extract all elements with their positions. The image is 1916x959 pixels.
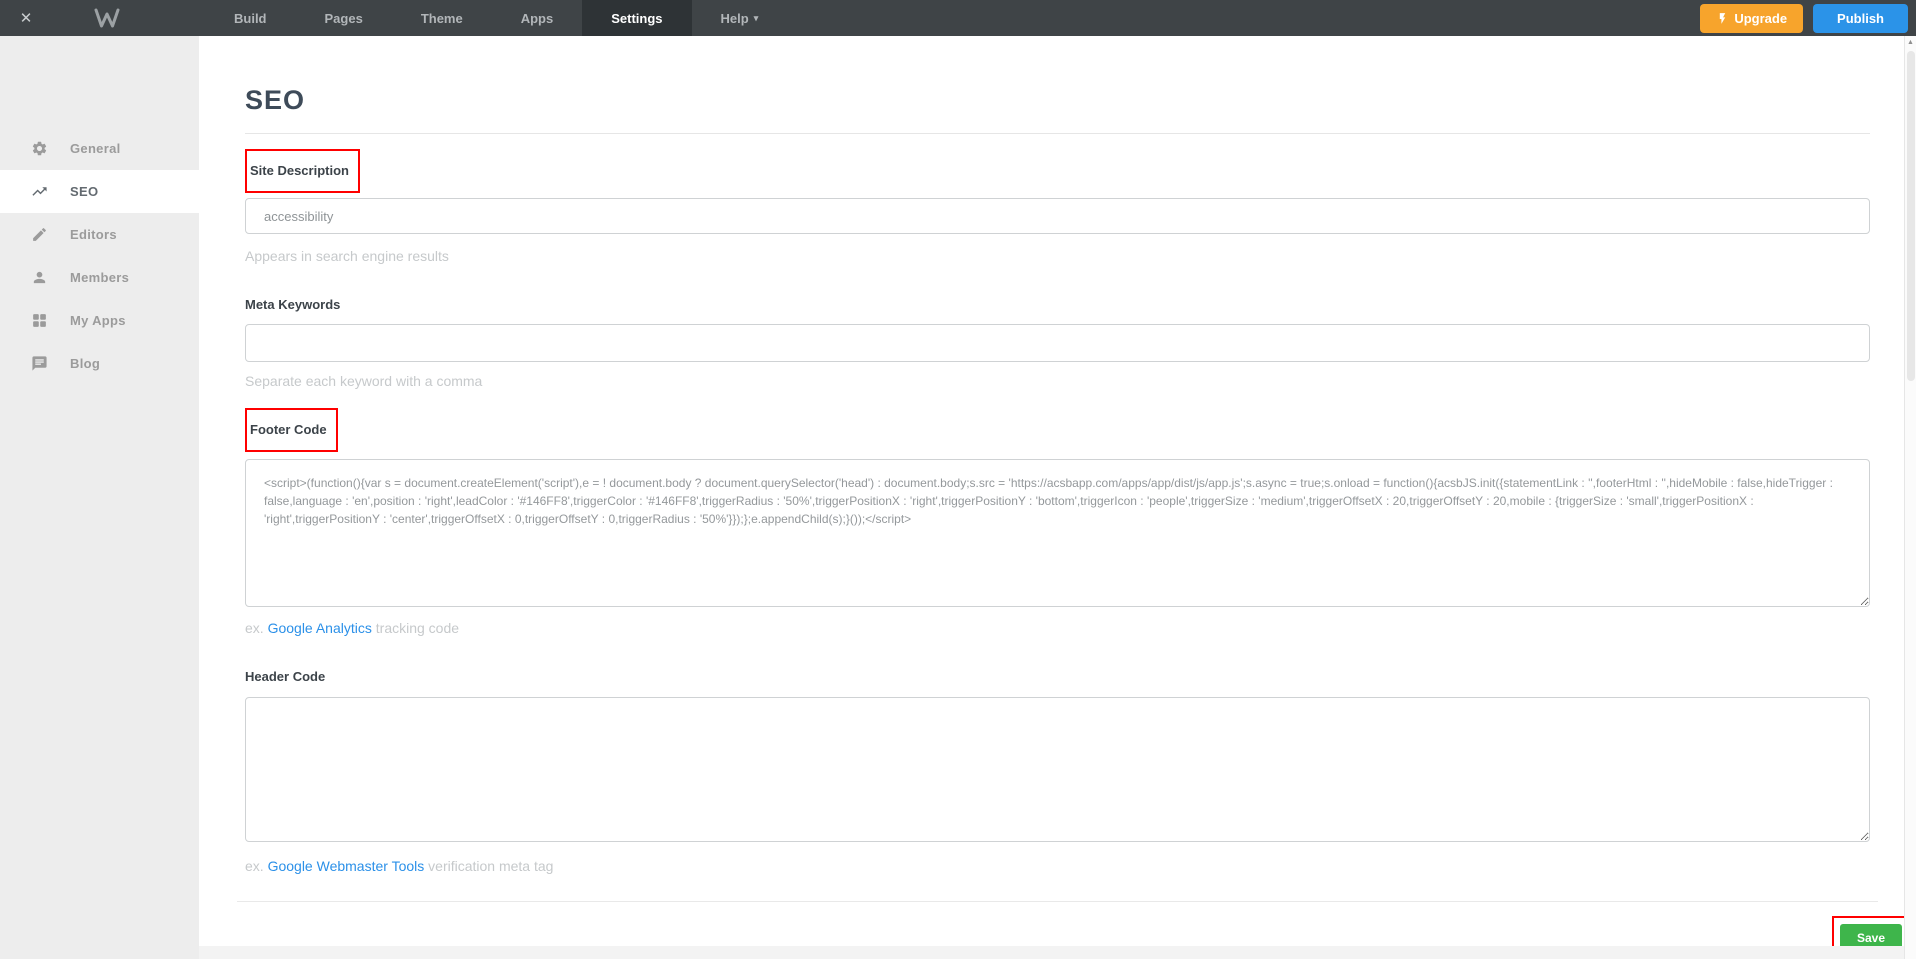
- site-description-highlight: Site Description: [245, 149, 360, 193]
- site-description-helper: Appears in search engine results: [245, 248, 1870, 264]
- sidebar-item-label: Blog: [70, 356, 100, 371]
- settings-sidebar: General SEO Editors Members My Apps: [0, 36, 199, 959]
- nav-item-settings[interactable]: Settings: [582, 0, 691, 36]
- footer-code-textarea[interactable]: <script>(function(){var s = document.cre…: [245, 459, 1870, 607]
- nav-item-pages[interactable]: Pages: [296, 0, 392, 36]
- nav-label: Build: [234, 11, 267, 26]
- sidebar-item-label: Editors: [70, 227, 117, 242]
- footer-code-label: Footer Code: [250, 422, 327, 437]
- header-code-helper: ex. Google Webmaster Tools verification …: [245, 858, 1870, 874]
- grid-icon: [31, 312, 48, 329]
- header-code-textarea[interactable]: [245, 697, 1870, 842]
- sidebar-item-editors[interactable]: Editors: [0, 213, 199, 256]
- topbar-actions: Upgrade Publish: [1700, 4, 1916, 33]
- sidebar-item-blog[interactable]: Blog: [0, 342, 199, 385]
- upgrade-button[interactable]: Upgrade: [1700, 4, 1803, 33]
- chat-bubble-icon: [31, 355, 48, 372]
- nav-item-help[interactable]: Help ▾: [692, 0, 788, 36]
- publish-button[interactable]: Publish: [1813, 4, 1908, 33]
- scrollbar-thumb[interactable]: [1907, 51, 1915, 381]
- upgrade-label: Upgrade: [1734, 11, 1787, 26]
- pencil-icon: [31, 226, 48, 243]
- sidebar-item-general[interactable]: General: [0, 127, 199, 170]
- google-analytics-link[interactable]: Google Analytics: [268, 620, 372, 636]
- sidebar-item-seo[interactable]: SEO: [0, 170, 199, 213]
- helper-prefix: ex.: [245, 620, 268, 636]
- nav-label: Apps: [521, 11, 554, 26]
- sidebar-item-my-apps[interactable]: My Apps: [0, 299, 199, 342]
- trending-up-icon: [31, 183, 48, 200]
- footer-code-highlight: Footer Code: [245, 408, 338, 452]
- scroll-up-button[interactable]: ▲: [1905, 36, 1916, 49]
- main-layout: General SEO Editors Members My Apps: [0, 36, 1916, 959]
- meta-keywords-label: Meta Keywords: [245, 297, 1870, 312]
- nav-item-theme[interactable]: Theme: [392, 0, 492, 36]
- seo-settings-panel: SEO Site Description Appears in search e…: [199, 36, 1916, 959]
- title-divider: [245, 133, 1870, 134]
- page-bottom-strip: [199, 946, 1904, 959]
- page-title: SEO: [245, 85, 1870, 116]
- helper-prefix: ex.: [245, 858, 268, 874]
- gear-icon: [31, 140, 48, 157]
- sidebar-item-label: SEO: [70, 184, 98, 199]
- nav-label: Theme: [421, 11, 463, 26]
- google-webmaster-tools-link[interactable]: Google Webmaster Tools: [268, 858, 425, 874]
- meta-keywords-input[interactable]: [245, 324, 1870, 362]
- top-navigation: Build Pages Theme Apps Settings Help ▾: [205, 0, 787, 36]
- footer-code-helper: ex. Google Analytics tracking code: [245, 620, 1870, 636]
- close-icon: ✕: [20, 9, 33, 27]
- helper-suffix: tracking code: [372, 620, 459, 636]
- nav-item-apps[interactable]: Apps: [492, 0, 583, 36]
- header-code-label: Header Code: [245, 669, 1870, 684]
- topbar: ✕ Build Pages Theme Apps Settings Help ▾: [0, 0, 1916, 36]
- site-description-input[interactable]: [245, 198, 1870, 234]
- vertical-scrollbar[interactable]: ▲: [1904, 36, 1916, 959]
- lightning-bolt-icon: [1716, 12, 1729, 25]
- close-button[interactable]: ✕: [0, 0, 52, 36]
- site-description-label: Site Description: [250, 163, 349, 178]
- nav-item-build[interactable]: Build: [205, 0, 296, 36]
- sidebar-item-members[interactable]: Members: [0, 256, 199, 299]
- sidebar-item-label: My Apps: [70, 313, 126, 328]
- sidebar-item-label: Members: [70, 270, 129, 285]
- nav-label: Help: [721, 11, 749, 26]
- helper-suffix: verification meta tag: [424, 858, 553, 874]
- nav-label: Settings: [611, 11, 662, 26]
- chevron-down-icon: ▾: [754, 13, 759, 24]
- weebly-logo: [94, 7, 120, 29]
- weebly-w-icon: [94, 7, 120, 29]
- publish-label: Publish: [1837, 11, 1884, 26]
- person-icon: [31, 269, 48, 286]
- meta-keywords-helper: Separate each keyword with a comma: [245, 373, 1870, 389]
- nav-label: Pages: [325, 11, 363, 26]
- sidebar-item-label: General: [70, 141, 121, 156]
